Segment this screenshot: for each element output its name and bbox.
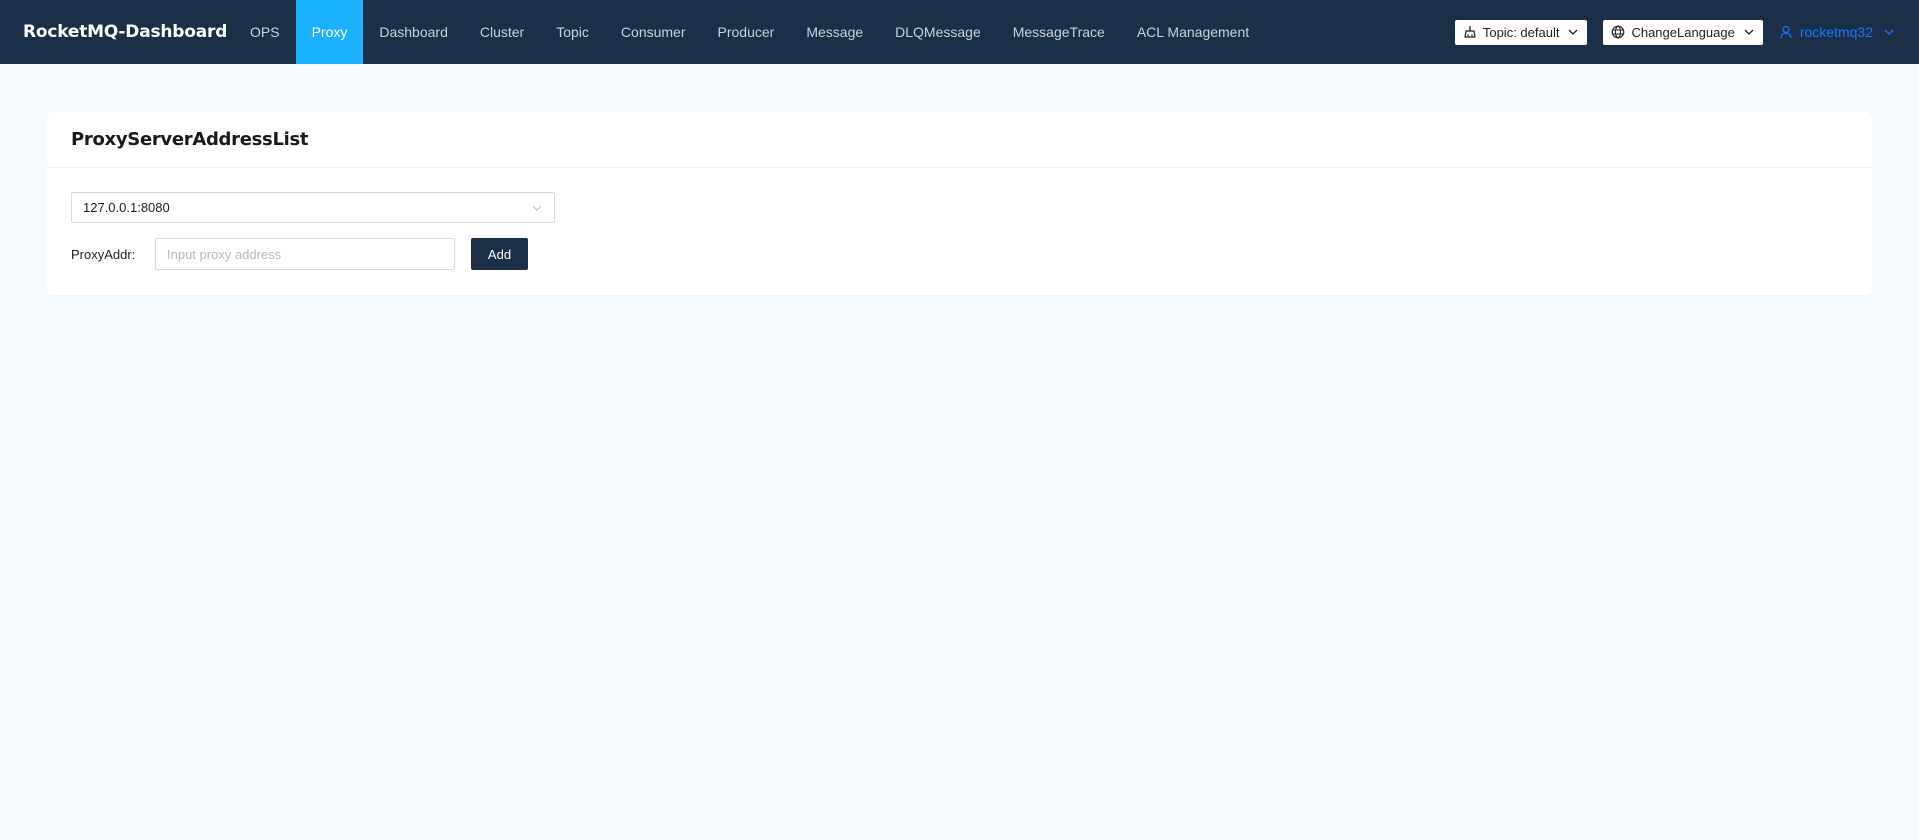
main-nav: OPS Proxy Dashboard Cluster Topic Consum… [234, 0, 1265, 64]
nav-item-message[interactable]: Message [790, 0, 879, 64]
top-navbar: RocketMQ-Dashboard OPS Proxy Dashboard C… [0, 0, 1919, 64]
user-menu[interactable]: rocketmq32 [1779, 24, 1895, 40]
globe-icon [1611, 25, 1625, 39]
proxy-addr-label: ProxyAddr: [71, 246, 136, 262]
nav-item-acl-management[interactable]: ACL Management [1121, 0, 1265, 64]
language-selector-label: ChangeLanguage [1631, 24, 1735, 40]
broom-icon [1463, 25, 1477, 39]
nav-item-messagetrace[interactable]: MessageTrace [997, 0, 1121, 64]
proxy-address-select-value: 127.0.0.1:8080 [83, 200, 170, 215]
proxy-address-card: ProxyServerAddressList 127.0.0.1:8080 Pr… [47, 112, 1872, 295]
nav-item-cluster[interactable]: Cluster [464, 0, 540, 64]
chevron-down-icon [1567, 26, 1579, 38]
user-name: rocketmq32 [1799, 24, 1873, 40]
nav-item-producer[interactable]: Producer [702, 0, 791, 64]
card-title: ProxyServerAddressList [71, 129, 309, 150]
card-body: 127.0.0.1:8080 ProxyAddr: Add [47, 168, 1872, 294]
app-logo[interactable]: RocketMQ-Dashboard [0, 0, 234, 64]
nav-item-consumer[interactable]: Consumer [605, 0, 702, 64]
chevron-down-icon [1743, 26, 1755, 38]
nav-item-dashboard[interactable]: Dashboard [363, 0, 464, 64]
proxy-address-select[interactable]: 127.0.0.1:8080 [71, 192, 555, 223]
chevron-down-icon [1883, 26, 1895, 38]
chevron-down-icon [531, 202, 543, 214]
header-actions: Topic: default ChangeLanguage rocketmq32 [1454, 0, 1919, 64]
topic-selector-label: Topic: default [1482, 24, 1560, 40]
topic-selector[interactable]: Topic: default [1454, 19, 1588, 45]
add-proxy-form: ProxyAddr: Add [71, 238, 1848, 270]
nav-item-ops[interactable]: OPS [234, 0, 296, 64]
user-icon [1779, 25, 1793, 39]
proxy-address-input[interactable] [155, 238, 455, 270]
nav-item-dlqmessage[interactable]: DLQMessage [879, 0, 997, 64]
add-button[interactable]: Add [471, 238, 528, 270]
nav-item-proxy[interactable]: Proxy [295, 0, 364, 64]
language-selector[interactable]: ChangeLanguage [1603, 19, 1763, 45]
nav-item-topic[interactable]: Topic [540, 0, 605, 64]
card-header: ProxyServerAddressList [47, 112, 1872, 168]
